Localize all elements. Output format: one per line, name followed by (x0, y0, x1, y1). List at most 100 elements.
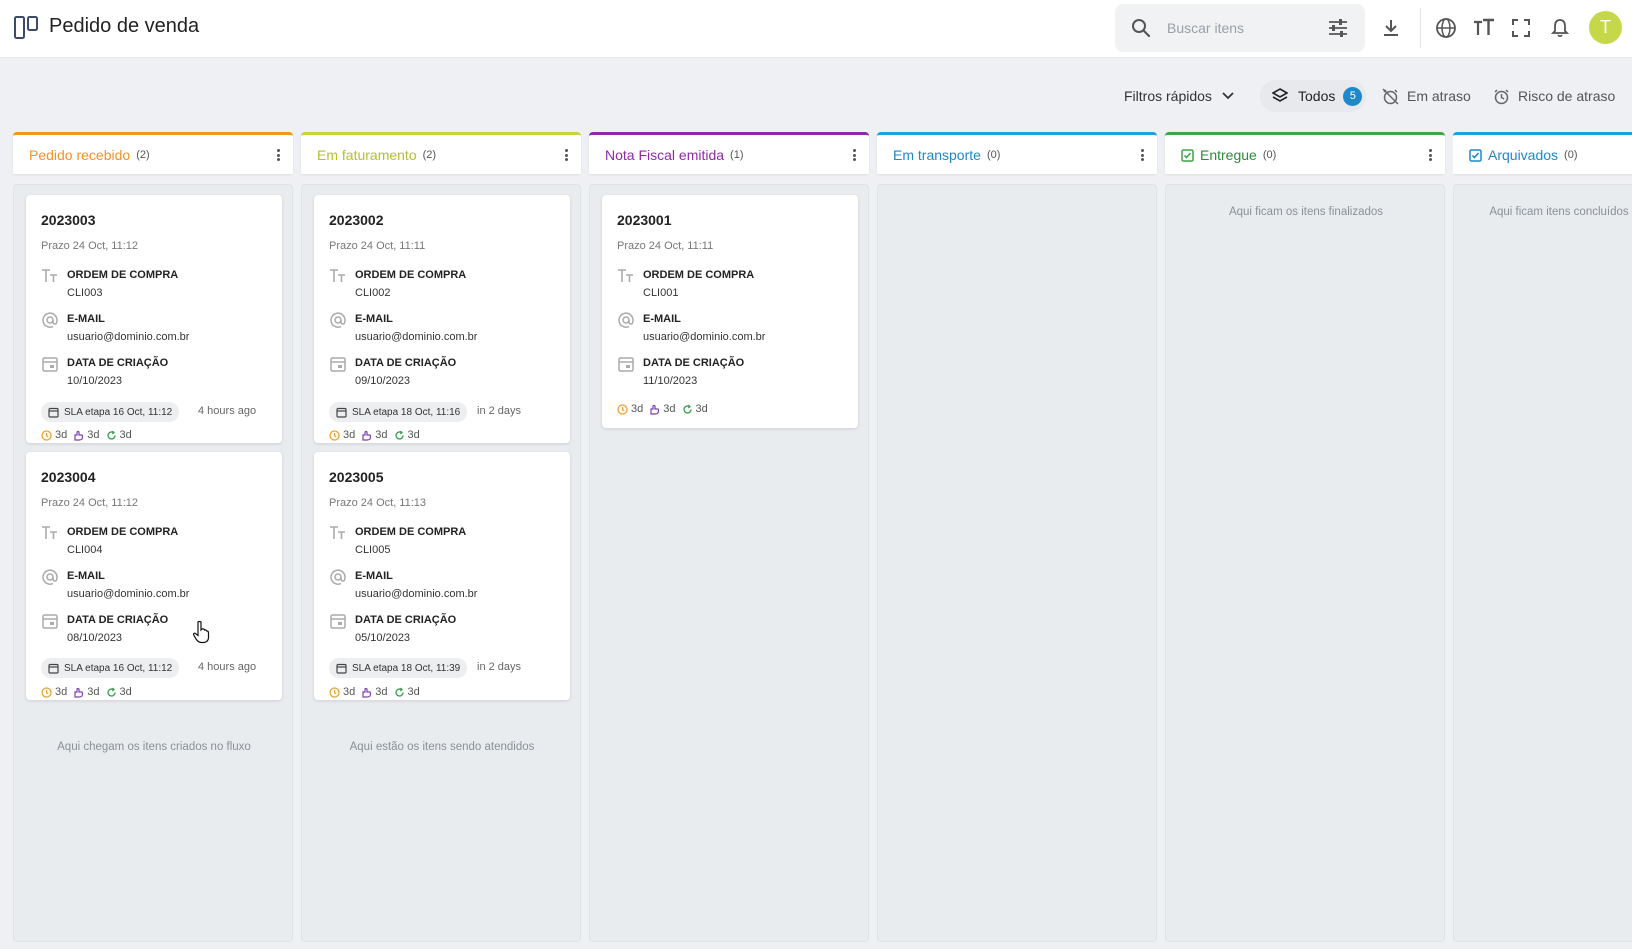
calendar-icon (618, 357, 634, 372)
column-header[interactable]: Arquivados (0) (1453, 132, 1632, 174)
metric-time-value: 3d (343, 686, 356, 698)
column-entregue: Entregue (0) Aqui ficam os itens finaliz… (1165, 132, 1445, 942)
search-box[interactable] (1115, 4, 1365, 52)
text-type-icon (330, 269, 345, 282)
at-sign-icon (330, 569, 346, 585)
checkbox-checked-icon (1469, 148, 1482, 162)
card[interactable]: 2023003 Prazo 24 Oct, 11:12 ORDEM DE COM… (26, 195, 282, 443)
metric-time: 3d (329, 686, 355, 698)
column-name: Entregue (1200, 147, 1257, 163)
sla-text: SLA etapa 18 Oct, 11:39 (352, 662, 461, 674)
metric-cycle: 3d (106, 429, 132, 441)
relative-time: 4 hours ago (198, 405, 257, 417)
metric-time-value: 3d (55, 686, 68, 698)
metric-effort-value: 3d (375, 686, 388, 698)
column-name: Arquivados (1488, 147, 1559, 163)
filter-risk[interactable]: Risco de atraso (1493, 80, 1615, 112)
column-body (877, 184, 1157, 942)
field-label: ORDEM DE COMPRA (643, 269, 755, 281)
calendar-icon (330, 357, 346, 372)
calendar-small-icon (48, 663, 59, 674)
field-label: E-MAIL (643, 313, 681, 325)
card-deadline: Prazo 24 Oct, 11:12 (41, 497, 139, 509)
filter-late-label: Em atraso (1407, 88, 1471, 104)
avatar[interactable]: T (1589, 11, 1622, 44)
card[interactable]: 2023004 Prazo 24 Oct, 11:12 ORDEM DE COM… (26, 452, 282, 700)
metric-cycle: 3d (394, 686, 420, 698)
card-deadline: Prazo 24 Oct, 11:13 (329, 497, 427, 509)
filter-late[interactable]: Em atraso (1382, 80, 1471, 112)
column-body: 2023002 Prazo 24 Oct, 11:11 ORDEM DE COM… (301, 184, 581, 942)
text-size-button[interactable] (1471, 15, 1497, 41)
field-value: usuario@dominio.com.br (643, 331, 766, 343)
card-id: 2023001 (617, 212, 672, 228)
search-input[interactable] (1167, 16, 1317, 40)
column-name: Nota Fiscal emitida (605, 147, 725, 163)
refresh-icon (106, 687, 116, 697)
refresh-icon (394, 430, 404, 440)
card-id: 2023005 (329, 469, 384, 485)
metric-time-value: 3d (55, 429, 68, 441)
column-header[interactable]: Entregue (0) (1165, 132, 1445, 174)
calendar-icon (42, 357, 58, 372)
quick-filters-dropdown[interactable]: Filtros rápidos (1124, 80, 1234, 112)
card[interactable]: 2023002 Prazo 24 Oct, 11:11 ORDEM DE COM… (314, 195, 570, 443)
column-arquivados: Arquivados (0) Aqui ficam itens concluíd… (1453, 132, 1632, 942)
clock-icon (329, 429, 340, 441)
language-button[interactable] (1433, 15, 1459, 41)
card-metrics: 3d 3d 3d (329, 429, 426, 441)
column-menu-icon[interactable] (1427, 147, 1433, 163)
card[interactable]: 2023005 Prazo 24 Oct, 11:13 ORDEM DE COM… (314, 452, 570, 700)
column-menu-icon[interactable] (275, 147, 281, 163)
filter-all-count: 5 (1343, 86, 1363, 106)
fullscreen-button[interactable] (1508, 15, 1534, 41)
column-header[interactable]: Nota Fiscal emitida (1) (589, 132, 869, 174)
alarm-clock-icon (1494, 88, 1509, 104)
header-divider (1420, 8, 1421, 48)
refresh-icon (106, 430, 116, 440)
metric-effort: 3d (73, 429, 100, 441)
metric-effort-value: 3d (87, 686, 100, 698)
filter-sliders-icon[interactable] (1327, 18, 1349, 38)
checkbox-checked-icon (1181, 148, 1194, 162)
column-header[interactable]: Pedido recebido (2) (13, 132, 293, 174)
field-label: DATA DE CRIAÇÃO (355, 614, 457, 626)
column-empty-text: Aqui ficam itens concluídos (1489, 206, 1629, 218)
column-header[interactable]: Em transporte (0) (877, 132, 1157, 174)
field-value: usuario@dominio.com.br (355, 331, 478, 343)
hand-icon (74, 430, 84, 441)
column-nota-fiscal: Nota Fiscal emitida (1) 2023001 Prazo 24… (589, 132, 869, 942)
metric-effort-value: 3d (375, 429, 388, 441)
filter-all-chip[interactable]: Todos 5 (1260, 80, 1366, 112)
column-title: Pedido recebido (2) (29, 147, 150, 163)
at-sign-icon (330, 312, 346, 328)
card[interactable]: 2023001 Prazo 24 Oct, 11:11 ORDEM DE COM… (602, 195, 858, 428)
column-menu-icon[interactable] (563, 147, 569, 163)
bell-icon (1551, 19, 1569, 38)
field-label: E-MAIL (355, 313, 393, 325)
field-label: DATA DE CRIAÇÃO (67, 357, 169, 369)
at-sign-icon (42, 312, 58, 328)
card-metrics: 3d 3d 3d (329, 686, 426, 698)
notifications-button[interactable] (1547, 15, 1573, 41)
metric-cycle-value: 3d (119, 686, 132, 698)
column-empty-text: Aqui estão os itens sendo atendidos (349, 741, 535, 753)
column-menu-icon[interactable] (851, 147, 857, 163)
field-value: 10/10/2023 (67, 375, 123, 387)
column-header[interactable]: Em faturamento (2) (301, 132, 581, 174)
column-empty-text: Aqui chegam os itens criados no fluxo (57, 741, 251, 753)
card-id: 2023004 (41, 469, 96, 485)
metric-cycle: 3d (394, 429, 420, 441)
column-count: (1) (730, 149, 744, 161)
at-sign-icon (618, 312, 634, 328)
field-value: CLI002 (355, 287, 391, 299)
field-value: usuario@dominio.com.br (67, 588, 190, 600)
column-empty-text: Aqui ficam os itens finalizados (1228, 206, 1384, 218)
download-button[interactable] (1378, 15, 1404, 41)
column-title: Nota Fiscal emitida (1) (605, 147, 744, 163)
column-menu-icon[interactable] (1139, 147, 1145, 163)
column-body: 2023003 Prazo 24 Oct, 11:12 ORDEM DE COM… (13, 184, 293, 942)
column-count: (2) (422, 149, 437, 161)
field-value: 09/10/2023 (355, 375, 411, 387)
globe-icon (1436, 18, 1456, 38)
